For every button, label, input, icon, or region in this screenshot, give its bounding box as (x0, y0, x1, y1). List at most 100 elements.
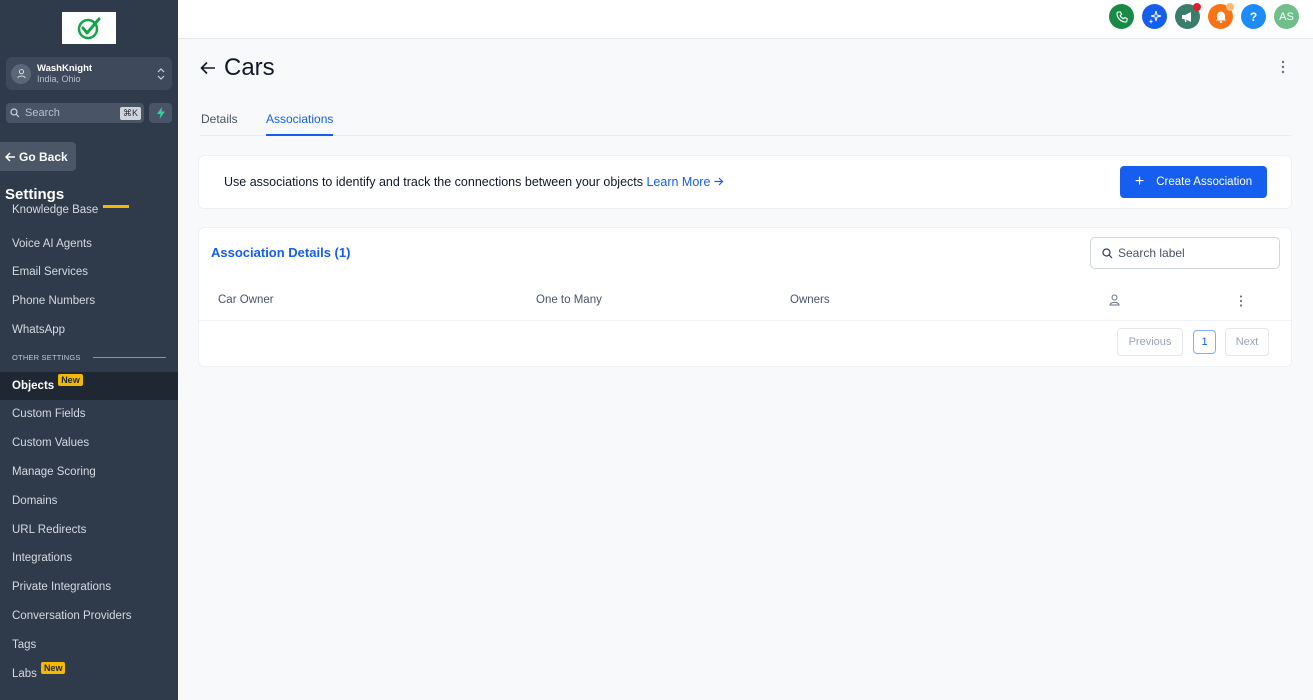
sidebar-item-conversation-providers[interactable]: Conversation Providers (0, 602, 178, 630)
association-details-card: Association Details (1) Search label Car… (198, 227, 1293, 367)
avatar-initials: AS (1279, 10, 1294, 23)
sidebar-item-label: WhatsApp (12, 324, 66, 336)
sparkle-icon (1148, 10, 1161, 24)
sidebar-item-voice-ai-agents[interactable]: Voice AI Agents (0, 230, 178, 258)
arrow-right-icon (714, 177, 724, 186)
page-title: Cars (224, 54, 275, 81)
top-bar: ? AS (178, 0, 1313, 39)
more-vertical-icon (1239, 295, 1243, 307)
user-avatar[interactable]: AS (1274, 4, 1299, 29)
user-icon (1109, 294, 1120, 309)
sidebar-item-integrations[interactable]: Integrations (0, 544, 178, 572)
search-icon (10, 108, 20, 118)
company-logo[interactable] (62, 12, 116, 44)
lightning-icon (156, 107, 165, 119)
sidebar-item-label: Phone Numbers (12, 295, 96, 307)
other-settings-section-label: OTHER SETTINGS (12, 353, 166, 362)
section-label-text: OTHER SETTINGS (12, 353, 81, 362)
account-location: India, Ohio (37, 73, 81, 84)
back-arrow-icon[interactable] (200, 61, 216, 75)
new-badge: New (58, 374, 83, 386)
help-button[interactable]: ? (1241, 4, 1266, 29)
megaphone-icon (1182, 11, 1191, 22)
phone-button[interactable] (1109, 4, 1134, 29)
sidebar-item-whatsapp[interactable]: WhatsApp (0, 316, 178, 344)
next-page-button[interactable]: Next (1225, 328, 1269, 356)
info-description: Use associations to identify and track t… (224, 175, 643, 189)
main-content: Cars Details Associations Use associatio… (178, 40, 1313, 700)
association-related-object: Owners (790, 294, 830, 306)
create-association-button[interactable]: + Create Association (1120, 166, 1267, 198)
associations-info-card: Use associations to identify and track t… (198, 155, 1292, 209)
arrow-left-icon (5, 151, 15, 162)
notifications-button[interactable] (1208, 3, 1234, 29)
search-icon (1102, 247, 1113, 258)
sidebar-item-label: URL Redirects (12, 524, 87, 536)
sidebar-item-label: Voice AI Agents (12, 238, 92, 250)
previous-page-button[interactable]: Previous (1117, 328, 1183, 356)
help-icon: ? (1249, 9, 1258, 24)
learn-more-link[interactable]: Learn More (646, 175, 724, 189)
sidebar-item-email-services[interactable]: Email Services (0, 258, 178, 286)
phone-icon (1115, 10, 1128, 23)
tab-associations[interactable]: Associations (266, 112, 334, 136)
sidebar-item-label: Domains (12, 495, 58, 507)
association-details-title: Association Details (1) (211, 245, 351, 260)
new-badge-strip (103, 205, 130, 208)
sidebar-item-objects[interactable]: Objects New (0, 372, 178, 400)
sidebar-item-domains[interactable]: Domains (0, 487, 178, 515)
association-name: Car Owner (218, 294, 274, 306)
sidebar-item-label: Tags (12, 639, 37, 651)
sidebar-item-label: Integrations (12, 552, 73, 564)
account-switcher[interactable]: WashKnight India, Ohio (6, 57, 172, 90)
sidebar-item-manage-scoring[interactable]: Manage Scoring (0, 458, 178, 486)
search-label-input[interactable]: Search label (1090, 237, 1280, 269)
page-number-button[interactable]: 1 (1193, 330, 1216, 354)
notification-dot (1193, 3, 1201, 11)
new-badge: New (40, 662, 66, 674)
sidebar-item-phone-numbers[interactable]: Phone Numbers (0, 287, 178, 315)
learn-more-label: Learn More (646, 175, 711, 189)
sidebar-item-label: Manage Scoring (12, 466, 96, 478)
create-association-label: Create Association (1156, 176, 1253, 188)
row-more-menu-button[interactable] (1239, 295, 1243, 310)
page-more-menu-button[interactable] (1281, 60, 1285, 79)
notification-dot (1226, 3, 1234, 11)
tab-bar: Details Associations (200, 110, 1292, 136)
more-vertical-icon (1281, 60, 1285, 74)
search-shortcut: ⌘K (119, 106, 141, 120)
association-type: One to Many (536, 294, 602, 306)
sidebar-item-label: Knowledge Base (12, 204, 99, 216)
sidebar-item-custom-fields[interactable]: Custom Fields (0, 400, 178, 428)
sidebar-item-label: Objects (12, 380, 55, 392)
sidebar-item-private-integrations[interactable]: Private Integrations (0, 573, 178, 601)
table-row[interactable]: Car Owner One to Many Owners (199, 283, 1293, 321)
section-divider (92, 357, 166, 358)
announcements-button[interactable] (1175, 3, 1201, 29)
account-avatar-icon (11, 63, 31, 84)
sidebar-item-label: Custom Fields (12, 408, 86, 420)
search-label-placeholder: Search label (1118, 246, 1185, 260)
go-back-button[interactable]: Go Back (0, 142, 76, 171)
ai-assistant-button[interactable] (1142, 4, 1167, 29)
bell-icon (1215, 11, 1226, 23)
sidebar-item-url-redirects[interactable]: URL Redirects (0, 516, 178, 544)
sidebar: WashKnight India, Ohio Search ⌘K Go Back… (0, 0, 178, 700)
account-name: WashKnight (37, 62, 93, 74)
plus-icon: + (1134, 173, 1145, 190)
settings-heading: Settings (5, 186, 65, 203)
tab-details[interactable]: Details (201, 112, 238, 136)
sidebar-item-knowledge-base[interactable]: Knowledge Base (0, 202, 178, 216)
sidebar-item-tags[interactable]: Tags (0, 631, 178, 659)
sidebar-item-label: Custom Values (12, 437, 90, 449)
quick-action-button[interactable] (149, 103, 172, 123)
checkmark-logo-icon (77, 17, 101, 40)
sidebar-item-custom-values[interactable]: Custom Values (0, 429, 178, 457)
sidebar-item-labs[interactable]: Labs New (0, 660, 178, 688)
sidebar-search-input[interactable]: Search ⌘K (6, 103, 144, 123)
sidebar-item-label: Labs (12, 668, 37, 680)
search-placeholder: Search (25, 107, 60, 119)
sidebar-item-label: Conversation Providers (12, 610, 132, 622)
sidebar-item-label: Email Services (12, 266, 89, 278)
chevron-updown-icon (154, 67, 168, 80)
